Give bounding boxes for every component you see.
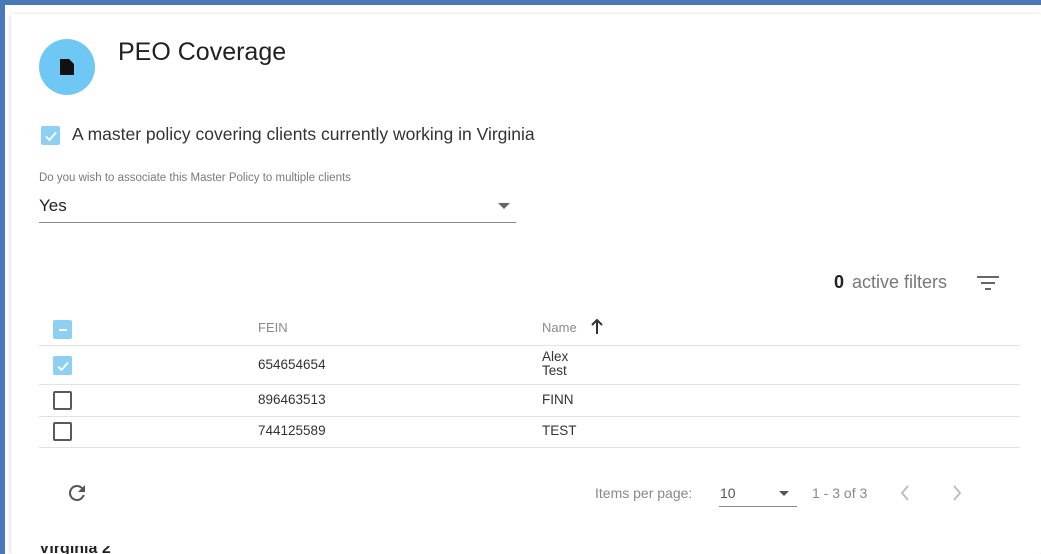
name-line: Test (542, 363, 567, 378)
name-line: Alex (542, 349, 569, 364)
chevron-left-icon[interactable] (898, 483, 912, 503)
associate-select-underline (39, 222, 516, 223)
master-policy-checkbox[interactable] (41, 126, 60, 145)
header-divider (39, 345, 1020, 346)
minus-icon (58, 328, 67, 331)
name-cell: FINN (542, 392, 574, 407)
page-title: PEO Coverage (118, 38, 287, 66)
section-avatar (39, 39, 95, 95)
window-frame-left (0, 0, 5, 554)
row-divider (39, 416, 1020, 417)
next-section-heading-text: Virginia 2 (39, 546, 111, 554)
window-frame-top (0, 0, 1041, 5)
fein-cell: 896463513 (258, 392, 326, 407)
arrow-up-icon[interactable] (590, 318, 604, 336)
select-all-checkbox[interactable] (53, 320, 72, 339)
name-cell: Alex Test (542, 350, 568, 378)
fein-cell: 654654654 (258, 357, 326, 372)
row-checkbox[interactable] (53, 391, 72, 410)
dropdown-arrow-icon[interactable] (779, 491, 789, 496)
column-header-name[interactable]: Name (542, 320, 577, 335)
row-checkbox[interactable] (53, 356, 72, 375)
name-cell: TEST (542, 423, 577, 438)
chevron-right-icon[interactable] (950, 483, 964, 503)
items-per-page-select[interactable]: 10 (720, 485, 736, 501)
refresh-icon[interactable] (65, 481, 89, 505)
next-section-heading: Virginia 2 (39, 546, 111, 554)
filter-list-icon[interactable] (976, 274, 1000, 292)
active-filters-count: 0 (834, 272, 845, 292)
fein-cell: 744125589 (258, 423, 326, 438)
master-policy-label: A master policy covering clients current… (72, 124, 535, 144)
check-icon (56, 361, 69, 371)
items-per-page-underline (719, 506, 797, 507)
document-icon (60, 59, 74, 75)
row-divider (39, 447, 1020, 448)
check-icon (44, 131, 57, 141)
active-filters-label: active filters (852, 272, 948, 292)
column-header-fein[interactable]: FEIN (258, 320, 288, 335)
page-range-label: 1 - 3 of 3 (812, 485, 868, 501)
dropdown-arrow-icon[interactable] (498, 203, 510, 209)
row-divider (39, 384, 1020, 385)
associate-select-value[interactable]: Yes (39, 196, 67, 216)
row-checkbox[interactable] (53, 422, 72, 441)
items-per-page-label: Items per page: (595, 485, 693, 501)
associate-select-label: Do you wish to associate this Master Pol… (39, 172, 351, 184)
